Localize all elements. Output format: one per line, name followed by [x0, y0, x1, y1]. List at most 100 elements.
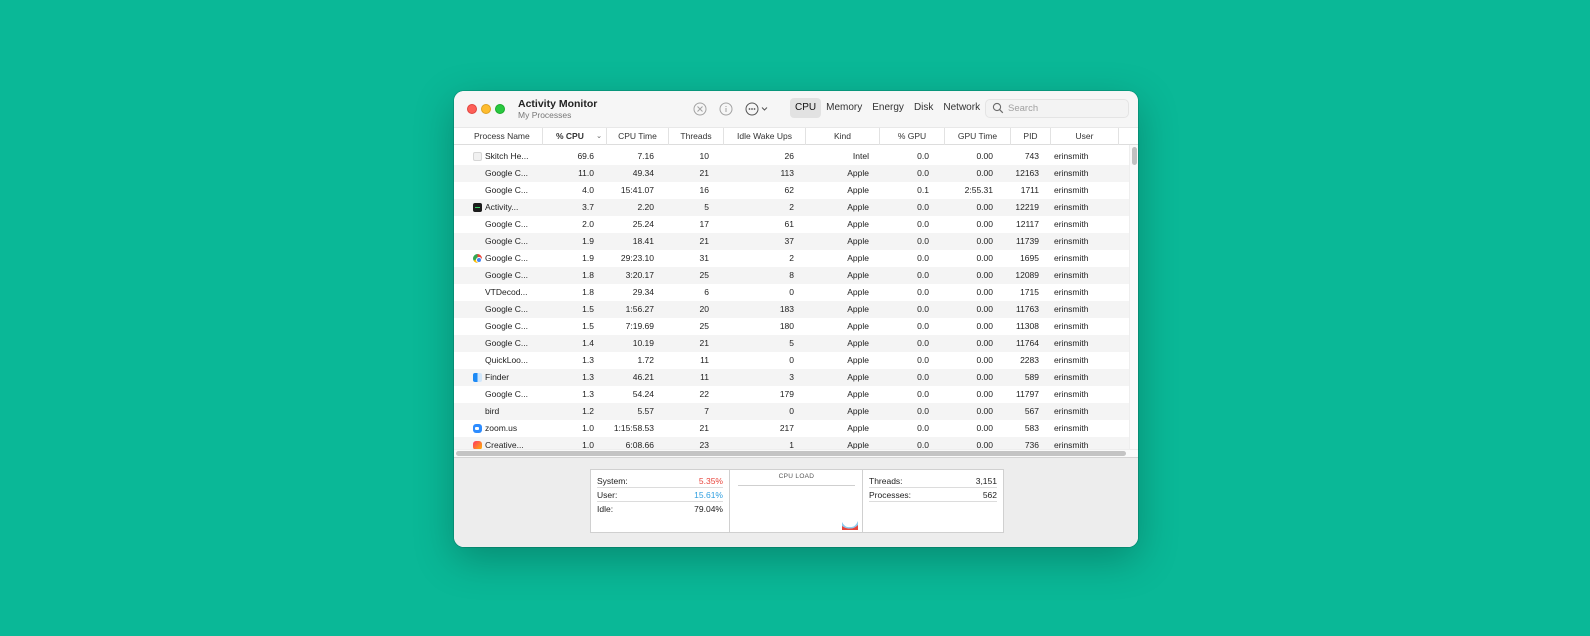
column-header-gpu[interactable]: % GPU — [880, 128, 945, 145]
user-label: User: — [597, 490, 618, 500]
window-title: Activity Monitor — [518, 98, 598, 110]
horizontal-scrollbar[interactable] — [454, 449, 1138, 457]
column-header-gpu-time[interactable]: GPU Time — [945, 128, 1011, 145]
table-row[interactable]: Google C... 2.0 25.24 17 61 Apple 0.0 0.00 12117… — [454, 216, 1129, 233]
table-row[interactable]: Google C... 1.5 1:56.27 20 183 Apple 0.0 0.00 11… — [454, 301, 1129, 318]
tab-network[interactable]: Network — [938, 98, 985, 118]
cell-kind: Apple — [847, 253, 869, 263]
search-field[interactable] — [985, 99, 1129, 118]
cell-idle-wake-ups: 0 — [789, 406, 794, 416]
table-row[interactable]: Google C... 4.0 15:41.07 16 62 Apple 0.1 2:55.3… — [454, 182, 1129, 199]
table-row[interactable]: Activity... 3.7 2.20 5 2 Apple 0.0 0.00 12219 eri… — [454, 199, 1129, 216]
cpu-stats-panel: System: 5.35% User: 15.61% Idle: 79.04% CPU… — [454, 457, 1138, 547]
cell-pid: 12089 — [1015, 270, 1039, 280]
cell-cpu: 1.5 — [582, 321, 594, 331]
cell-gpu-time: 2:55.31 — [964, 185, 993, 195]
cell-threads: 22 — [699, 389, 709, 399]
zoom-window-button[interactable] — [495, 104, 505, 114]
cell-user: erinsmith — [1054, 304, 1089, 314]
table-row[interactable]: Skitch He... 69.6 7.16 10 26 Intel 0.0 0.00 743 e… — [454, 148, 1129, 165]
cell-kind: Apple — [847, 304, 869, 314]
cell-cpu: 1.4 — [582, 338, 594, 348]
vertical-scroll-thumb[interactable] — [1132, 147, 1137, 165]
table-row[interactable]: VTDecod... 1.8 29.34 6 0 Apple 0.0 0.00 1715 erin… — [454, 284, 1129, 301]
cell-gpu-time: 0.00 — [976, 440, 993, 449]
process-count-stats: Threads: 3,151 Processes: 562 — [863, 470, 1003, 532]
vertical-scrollbar[interactable] — [1129, 145, 1138, 449]
cell-pid: 583 — [1024, 423, 1039, 433]
cell-user: erinsmith — [1054, 355, 1089, 365]
column-header-idle-wake-ups[interactable]: Idle Wake Ups — [724, 128, 806, 145]
minimize-window-button[interactable] — [481, 104, 491, 114]
view-tabs: CPU Memory Energy Disk Network — [790, 98, 985, 118]
cell-gpu-time: 0.00 — [976, 287, 993, 297]
cpu-load-sparkline — [842, 521, 858, 530]
system-label: System: — [597, 476, 628, 486]
cell-kind: Intel — [852, 151, 869, 161]
cell-user: erinsmith — [1054, 338, 1089, 348]
table-row[interactable]: Google C... 1.8 3:20.17 25 8 Apple 0.0 0.00 1208… — [454, 267, 1129, 284]
tab-memory[interactable]: Memory — [821, 98, 867, 118]
column-header-threads[interactable]: Threads — [669, 128, 724, 145]
close-window-button[interactable] — [467, 104, 477, 114]
stats-box: System: 5.35% User: 15.61% Idle: 79.04% CPU… — [590, 469, 1004, 533]
column-header-pid[interactable]: PID — [1011, 128, 1051, 145]
cell-cpu: 1.8 — [582, 287, 594, 297]
cell-kind: Apple — [847, 389, 869, 399]
cell-gpu: 0.0 — [917, 253, 929, 263]
table-row[interactable]: Google C... 1.9 18.41 21 37 Apple 0.0 0.00 11739… — [454, 233, 1129, 250]
cell-idle-wake-ups: 3 — [789, 372, 794, 382]
cell-idle-wake-ups: 5 — [789, 338, 794, 348]
cell-process-name: Google C... — [485, 236, 528, 246]
info-icon[interactable] — [718, 101, 734, 117]
cell-pid: 743 — [1024, 151, 1039, 161]
cell-user: erinsmith — [1054, 168, 1089, 178]
column-header-cpu[interactable]: % CPU ⌄ — [543, 128, 607, 145]
horizontal-scroll-thumb[interactable] — [456, 451, 1126, 456]
cell-gpu-time: 0.00 — [976, 253, 993, 263]
cell-cpu: 11.0 — [578, 168, 594, 178]
tab-energy[interactable]: Energy — [867, 98, 909, 118]
search-input[interactable] — [1008, 101, 1123, 116]
idle-label: Idle: — [597, 504, 614, 514]
cell-idle-wake-ups: 62 — [784, 185, 794, 195]
cell-user: erinsmith — [1054, 185, 1089, 195]
creative-cloud-icon — [473, 441, 482, 449]
table-row[interactable]: Google C... 1.3 54.24 22 179 Apple 0.0 0.00 1179… — [454, 386, 1129, 403]
table-row[interactable]: zoom.us 1.0 1:15:58.53 21 217 Apple 0.0 0.00 583… — [454, 420, 1129, 437]
table-row[interactable]: Google C... 1.9 29:23.10 31 2 Apple 0.0 0.00 169… — [454, 250, 1129, 267]
table-row[interactable]: Google C... 11.0 49.34 21 113 Apple 0.0 0.00 121… — [454, 165, 1129, 182]
column-header-cpu-time[interactable]: CPU Time — [607, 128, 669, 145]
column-header-cpu-label: % CPU — [556, 131, 584, 141]
tab-cpu[interactable]: CPU — [790, 98, 822, 118]
cell-threads: 21 — [699, 236, 709, 246]
table-row[interactable]: QuickLoo... 1.3 1.72 11 0 Apple 0.0 0.00 2283 eri… — [454, 352, 1129, 369]
table-row[interactable]: bird 1.2 5.57 7 0 Apple 0.0 0.00 567 erinsmith — [454, 403, 1129, 420]
cell-cpu-time: 29.34 — [632, 287, 654, 297]
column-header-process-name[interactable]: Process Name — [454, 128, 543, 145]
cell-kind: Apple — [847, 219, 869, 229]
cell-cpu-time: 2.20 — [637, 202, 654, 212]
table-row[interactable]: Finder 1.3 46.21 11 3 Apple 0.0 0.00 589 erinsmit… — [454, 369, 1129, 386]
more-options-icon[interactable] — [744, 101, 772, 117]
processes-stat: Processes: 562 — [869, 488, 997, 502]
cell-process-name: bird — [485, 406, 500, 416]
stop-process-icon[interactable] — [692, 101, 708, 117]
cell-kind: Apple — [847, 372, 869, 382]
cell-threads: 21 — [699, 168, 709, 178]
column-header-kind[interactable]: Kind — [806, 128, 880, 145]
idle-stat: Idle: 79.04% — [597, 502, 723, 516]
cell-cpu-time: 7.16 — [637, 151, 654, 161]
column-header-user[interactable]: User — [1051, 128, 1119, 145]
threads-value: 3,151 — [975, 476, 997, 486]
cell-gpu-time: 0.00 — [976, 389, 993, 399]
cell-gpu: 0.0 — [917, 355, 929, 365]
cell-process-name: Google C... — [485, 389, 528, 399]
tab-disk[interactable]: Disk — [909, 98, 938, 118]
table-row[interactable]: Google C... 1.4 10.19 21 5 Apple 0.0 0.00 11764 e… — [454, 335, 1129, 352]
table-row[interactable]: Google C... 1.5 7:19.69 25 180 Apple 0.0 0.00 11… — [454, 318, 1129, 335]
cell-threads: 5 — [704, 202, 709, 212]
cell-cpu-time: 7:19.69 — [625, 321, 654, 331]
cell-cpu-time: 25.24 — [632, 219, 654, 229]
table-row[interactable]: Creative... 1.0 6:08.66 23 1 Apple 0.0 0.00 736 e… — [454, 437, 1129, 449]
